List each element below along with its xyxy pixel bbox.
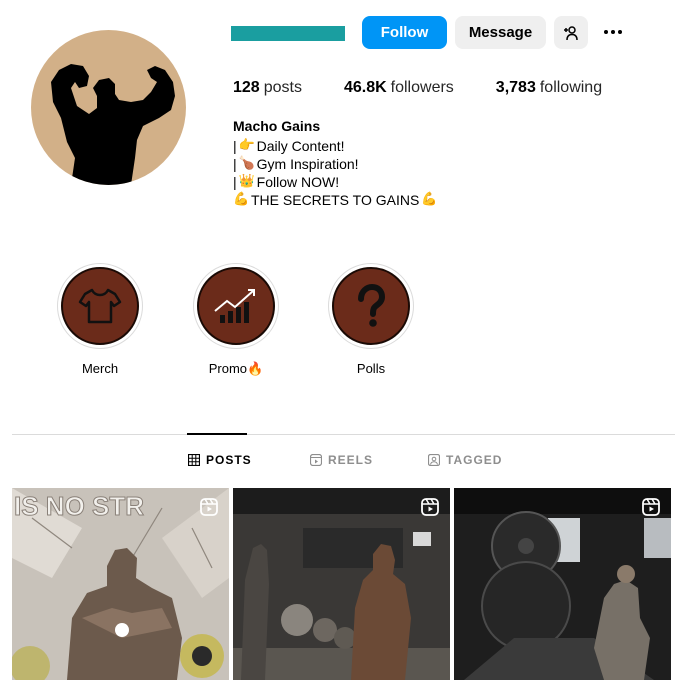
active-tab-indicator [187, 433, 247, 435]
following-label: following [539, 79, 603, 96]
profile-tabs: POSTS REELS TAGGED [0, 453, 680, 473]
highlight-ring [57, 263, 143, 349]
post-tile[interactable]: IS NO STR [12, 488, 229, 680]
bio-text: THE SECRETS TO GAINS [251, 192, 420, 208]
flexed-bicep-icon: 💪 [233, 192, 250, 207]
tab-reels[interactable]: REELS [310, 453, 373, 467]
bio-line: | 👉 Daily Content! [233, 137, 437, 155]
posts-grid: IS NO STR [12, 488, 676, 680]
following-stat[interactable]: 3,783 following [496, 79, 602, 97]
tab-label: REELS [328, 453, 374, 467]
posts-stat: 128 posts [233, 79, 302, 97]
section-divider [12, 434, 675, 435]
bio-line: | 👑 Follow NOW! [233, 173, 437, 191]
bio-line: | 🍗 Gym Inspiration! [233, 155, 437, 173]
followers-count: 46.8K [343, 79, 387, 96]
highlight-ring [193, 263, 279, 349]
followers-stat[interactable]: 46.8K followers [344, 79, 454, 97]
pointing-hand-icon: 👉 [238, 138, 255, 153]
question-mark-icon [358, 283, 386, 327]
reels-icon [310, 454, 322, 466]
highlight-label: Promo🔥 [208, 361, 264, 376]
highlight-promo[interactable]: Promo🔥 [193, 263, 279, 377]
grid-icon [188, 454, 200, 466]
highlight-polls[interactable]: Polls [328, 263, 414, 376]
post-tile[interactable] [454, 488, 671, 680]
bio-text: Gym Inspiration! [256, 156, 359, 172]
profile-bio: Macho Gains | 👉 Daily Content! | 🍗 Gym I… [233, 117, 437, 209]
bodybuilder-silhouette [51, 64, 175, 185]
chart-up-icon [214, 289, 255, 323]
reels-icon [642, 498, 660, 516]
message-button[interactable]: Message [455, 16, 546, 49]
suggest-user-button[interactable] [554, 16, 588, 49]
post-tile[interactable] [233, 488, 450, 680]
bio-divider: | [233, 138, 237, 154]
highlight-cover [332, 267, 410, 345]
highlight-label: Merch [81, 361, 119, 376]
display-name: Macho Gains [233, 118, 321, 134]
following-count: 3,783 [495, 79, 536, 96]
flexed-bicep-icon: 💪 [421, 192, 438, 207]
profile-avatar[interactable] [31, 30, 186, 185]
person-plus-icon [564, 25, 578, 40]
tagged-icon [428, 454, 440, 466]
post-overlay-text: IS NO STR [14, 491, 144, 521]
dot [604, 30, 608, 34]
dot [618, 30, 622, 34]
post-thumbnail [233, 488, 450, 680]
followers-label: followers [390, 79, 454, 96]
tab-posts[interactable]: POSTS [188, 453, 252, 467]
highlight-merch[interactable]: Merch [57, 263, 143, 376]
reels-icon [200, 498, 218, 516]
posts-label: posts [263, 79, 302, 96]
bio-text: Daily Content! [256, 138, 345, 154]
bio-divider: | [233, 156, 237, 172]
crown-icon: 👑 [238, 174, 255, 189]
follow-button[interactable]: Follow [362, 16, 447, 49]
bio-divider: | [233, 174, 237, 190]
post-thumbnail [454, 488, 671, 680]
username-redacted [231, 26, 345, 41]
highlight-label: Polls [356, 361, 386, 376]
tshirt-icon [78, 288, 122, 324]
reels-icon [421, 498, 439, 516]
profile-stats: 128 posts 46.8K followers 3,783 following [233, 79, 602, 97]
highlight-cover [61, 267, 139, 345]
dot [611, 30, 615, 34]
tab-label: POSTS [206, 453, 252, 467]
post-thumbnail: IS NO STR [12, 488, 229, 680]
highlight-cover [197, 267, 275, 345]
tab-tagged[interactable]: TAGGED [428, 453, 502, 467]
bio-line: 💪 THE SECRETS TO GAINS 💪 [233, 191, 437, 209]
more-options-icon[interactable] [598, 18, 628, 46]
posts-count: 128 [233, 79, 260, 96]
drumstick-icon: 🍗 [238, 156, 255, 171]
tab-label: TAGGED [446, 453, 503, 467]
highlight-ring [328, 263, 414, 349]
bio-text: Follow NOW! [256, 174, 340, 190]
